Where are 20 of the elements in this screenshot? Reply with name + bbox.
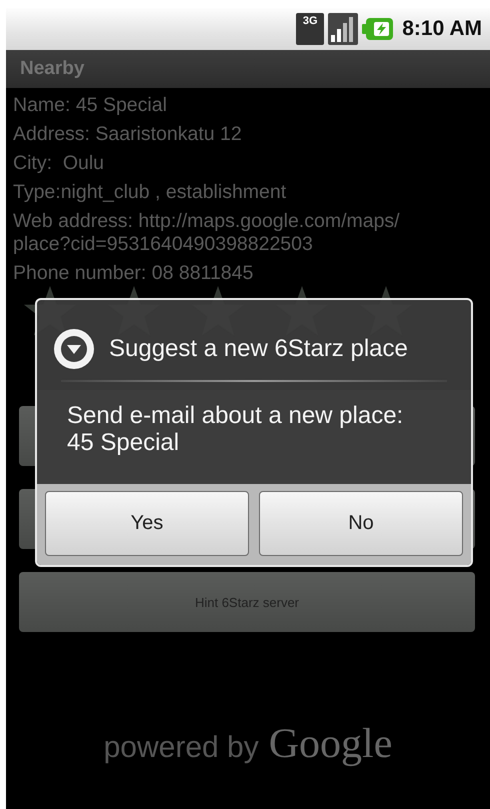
clock-time: 8:10 AM	[402, 17, 482, 41]
signal-icon	[328, 13, 358, 45]
button-edge[interactable]	[19, 489, 35, 549]
brand-text: Google	[268, 720, 392, 768]
dropdown-circle-icon	[53, 328, 95, 370]
button-edge[interactable]	[19, 406, 35, 466]
battery-charging-icon	[362, 17, 394, 41]
dialog-title: Suggest a new 6Starz place	[109, 335, 408, 363]
detail-text: Address: Saaristonkatu 12	[13, 122, 242, 147]
detail-text: Name: 45 Special	[13, 93, 167, 118]
dialog-button[interactable]: Yes	[45, 491, 249, 556]
screen-title: Nearby	[20, 58, 84, 80]
network-indicator: 3G	[296, 13, 324, 45]
detail-text: City: Oulu	[13, 151, 104, 176]
detail-text: Type:night_club , establishment	[13, 180, 286, 205]
detail-text: Web address: http://maps.google.com/maps/place?cid=9531640490398822503	[13, 209, 401, 257]
dialog-button[interactable]: No	[259, 491, 463, 556]
dialog-message: Send e-mail about a new place: 45 Special	[67, 402, 404, 456]
detail-text: Phone number: 08 8811845	[13, 261, 254, 286]
powered-by-text: powered by	[104, 731, 259, 765]
